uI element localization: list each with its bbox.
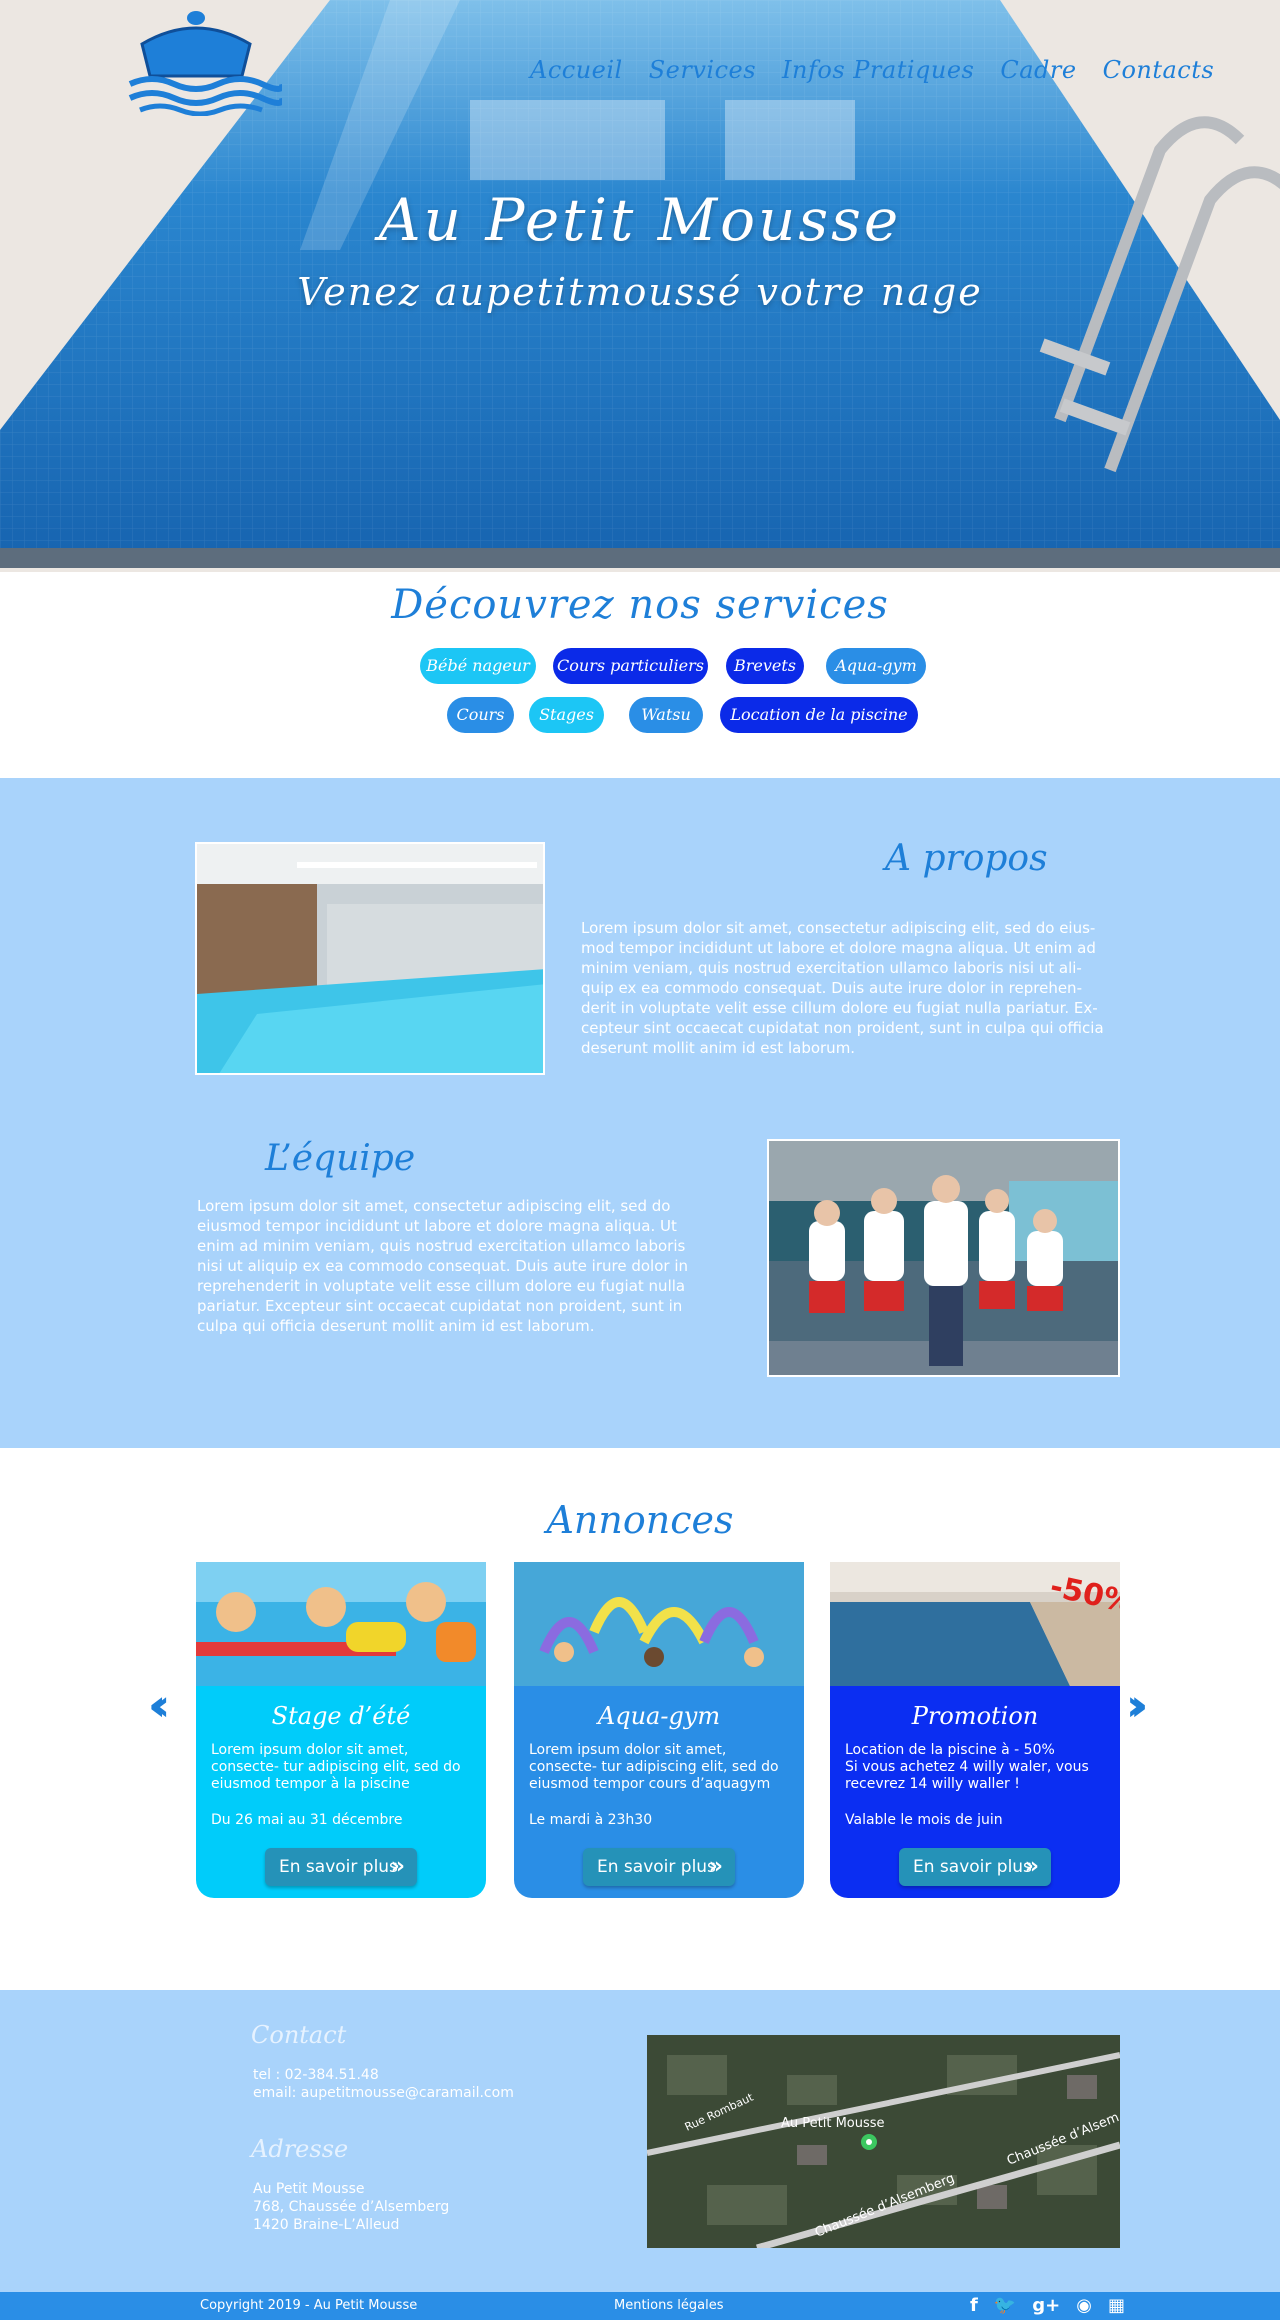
- map-pin-label: Au Petit Mousse: [781, 2116, 885, 2131]
- annonce-card-promotion: -50% Promotion Location de la piscine à …: [830, 1562, 1120, 1898]
- hero-title: Au Petit Mousse: [378, 186, 902, 254]
- address-name: Au Petit Mousse: [253, 2181, 365, 2197]
- services-section: Découvrez nos services Bébé nageur Cours…: [0, 572, 1280, 778]
- double-chevron-right-icon: »: [708, 1854, 723, 1879]
- card-title: Stage d’été: [271, 1702, 411, 1730]
- service-pill-cours-particuliers[interactable]: Cours particuliers: [553, 648, 708, 684]
- double-chevron-left-icon[interactable]: ‹‹: [148, 1680, 171, 1731]
- service-pill-location[interactable]: Location de la piscine: [720, 697, 918, 733]
- contact-phone[interactable]: tel : 02-384.51.48: [253, 2066, 379, 2084]
- nav-item-contacts[interactable]: Contacts: [1103, 56, 1215, 84]
- nav-item-cadre[interactable]: Cadre: [1000, 56, 1076, 84]
- card-text: Lorem ipsum dolor sit amet, consecte- tu…: [529, 1742, 779, 1792]
- card-date: Du 26 mai au 31 décembre: [211, 1812, 403, 1828]
- about-title: A propos: [885, 838, 1048, 879]
- copyright-text: Copyright 2019 - Au Petit Mousse: [200, 2298, 418, 2313]
- about-section: A propos Lorem ipsum dolor sit amet, con…: [0, 778, 1280, 1448]
- twitter-icon[interactable]: 🐦: [994, 2295, 1016, 2316]
- annonce-card-stage: Stage d’été Lorem ipsum dolor sit amet, …: [196, 1562, 486, 1898]
- en-savoir-plus-button[interactable]: En savoir plus»: [583, 1848, 735, 1886]
- card-title: Promotion: [911, 1702, 1039, 1730]
- footer-bar: Copyright 2019 - Au Petit Mousse Mention…: [0, 2292, 1280, 2320]
- annonces-title: Annonces: [546, 1498, 734, 1542]
- mentions-legales-link[interactable]: Mentions légales: [614, 2298, 723, 2313]
- about-text: Lorem ipsum dolor sit amet, consectetur …: [581, 919, 1104, 1057]
- address-title: Adresse: [251, 2135, 349, 2163]
- double-chevron-right-icon: »: [390, 1854, 405, 1879]
- button-label: En savoir plus: [913, 1857, 1032, 1877]
- button-label: En savoir plus: [597, 1857, 716, 1877]
- indoor-pool-promo-photo: -50%: [830, 1562, 1120, 1686]
- nav-item-infos-pratiques[interactable]: Infos Pratiques: [782, 56, 974, 84]
- service-pill-aqua-gym[interactable]: Aqua-gym: [826, 648, 926, 684]
- nav-item-services[interactable]: Services: [649, 56, 756, 84]
- en-savoir-plus-button[interactable]: En savoir plus»: [265, 1848, 417, 1886]
- card-date: Le mardi à 23h30: [529, 1812, 653, 1828]
- main-nav: Accueil Services Infos Pratiques Cadre C…: [530, 56, 1214, 84]
- button-label: En savoir plus: [279, 1857, 398, 1877]
- team-title: L’équipe: [265, 1138, 416, 1179]
- annonce-card-aquagym: Aqua-gym Lorem ipsum dolor sit amet, con…: [514, 1562, 804, 1898]
- aquagym-photo: [514, 1562, 804, 1686]
- myspace-icon[interactable]: ▦: [1108, 2295, 1125, 2316]
- facebook-icon[interactable]: f: [970, 2295, 978, 2316]
- address-city: 1420 Braine-L’Alleud: [253, 2217, 400, 2233]
- double-chevron-right-icon: »: [1024, 1854, 1039, 1879]
- contact-title: Contact: [251, 2021, 347, 2049]
- rss-icon[interactable]: ◉: [1076, 2295, 1092, 2316]
- double-chevron-right-icon[interactable]: ››: [1126, 1680, 1149, 1731]
- location-map[interactable]: Rue Rombaut Chaussée d’Alsemberg Chaussé…: [647, 2035, 1120, 2248]
- boat-logo-icon[interactable]: [122, 4, 282, 116]
- contact-section: Contact tel : 02-384.51.48 email: aupeti…: [0, 1990, 1280, 2292]
- service-pill-bebe-nageur[interactable]: Bébé nageur: [420, 648, 536, 684]
- en-savoir-plus-button[interactable]: En savoir plus»: [899, 1848, 1051, 1886]
- hero-section: Accueil Services Infos Pratiques Cadre C…: [0, 0, 1280, 572]
- kids-swimming-photo: [196, 1562, 486, 1686]
- service-pill-stages[interactable]: Stages: [529, 697, 604, 733]
- card-date: Valable le mois de juin: [845, 1812, 1003, 1828]
- service-pill-cours[interactable]: Cours: [447, 697, 514, 733]
- team-text: Lorem ipsum dolor sit amet, consectetur …: [197, 1197, 689, 1335]
- address-street: 768, Chaussée d’Alsemberg: [253, 2199, 450, 2215]
- card-text: Location de la piscine à - 50% Si vous a…: [845, 1742, 1089, 1792]
- social-links: f 🐦 g+ ◉ ▦: [970, 2295, 1125, 2316]
- google-plus-icon[interactable]: g+: [1032, 2295, 1060, 2316]
- indoor-pool-photo: [195, 842, 545, 1075]
- nav-item-accueil[interactable]: Accueil: [530, 56, 623, 84]
- hero-subtitle: Venez aupetitmoussé votre nage: [297, 270, 983, 314]
- card-text: Lorem ipsum dolor sit amet, consecte- tu…: [211, 1742, 461, 1792]
- contact-email[interactable]: email: aupetitmousse@caramail.com: [253, 2084, 514, 2102]
- team-photo: [767, 1139, 1120, 1377]
- services-title: Découvrez nos services: [391, 582, 889, 628]
- service-pill-watsu[interactable]: Watsu: [629, 697, 703, 733]
- service-pill-brevets[interactable]: Brevets: [726, 648, 804, 684]
- card-title: Aqua-gym: [597, 1702, 721, 1730]
- annonces-section: Annonces Stage d’été Lorem ipsum dolor s…: [0, 1448, 1280, 1990]
